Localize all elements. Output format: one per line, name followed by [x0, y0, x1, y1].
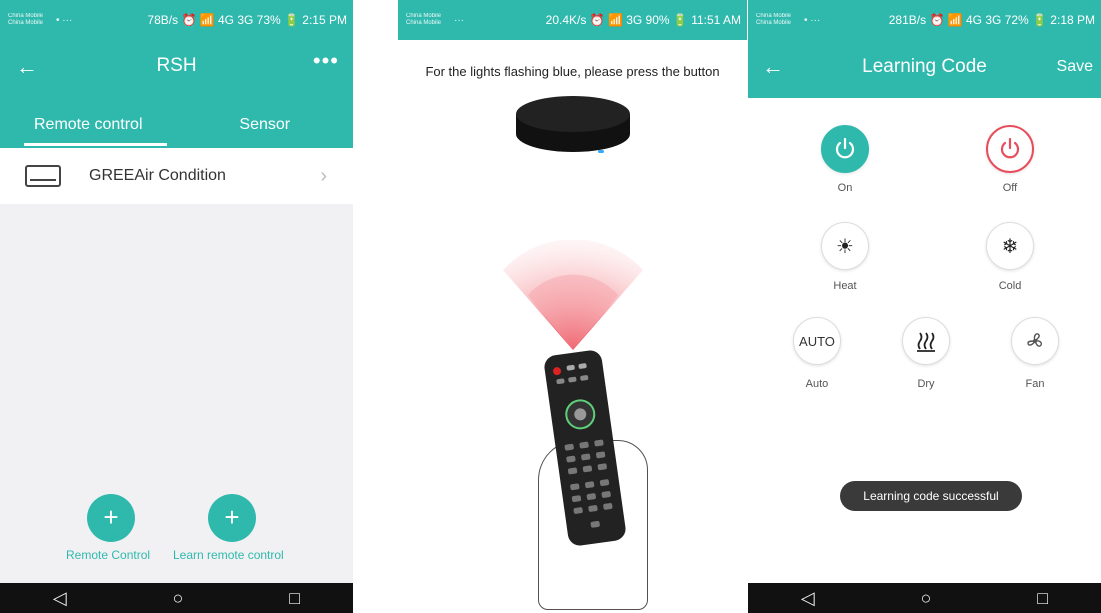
nav-back-icon[interactable]: ◁ — [53, 588, 67, 609]
fan-icon — [1027, 333, 1043, 347]
page-title: Learning Code — [862, 56, 987, 77]
learn-remote-control-button[interactable]: + — [208, 494, 256, 542]
notification-icons: • ··· — [56, 14, 73, 26]
carrier-labels: China Mobile China Mobile — [8, 13, 52, 27]
status-bar: China Mobile China Mobile • ··· 281B/s ⏰… — [748, 0, 1101, 40]
rsh-screen: China Mobile China Mobile • ··· 78B/s ⏰ … — [0, 0, 353, 613]
carrier-label: China Mobile — [756, 13, 792, 19]
chevron-right-icon: › — [320, 164, 327, 187]
status-info: 20.4K/s ⏰ 📶 3G 90% 🔋 11:51 AM — [545, 13, 741, 27]
nav-recent-icon[interactable]: □ — [1037, 588, 1048, 609]
air-conditioner-icon — [25, 165, 61, 187]
more-options-icon[interactable]: ••• — [313, 48, 339, 74]
carrier-label: China Mobile — [406, 20, 442, 26]
power-on-button[interactable] — [821, 125, 869, 173]
cold-mode-button[interactable]: ❄ — [986, 222, 1034, 270]
app-bar: ← RSH ••• — [0, 40, 353, 96]
power-on-label: On — [837, 182, 853, 194]
system-nav-bar: ◁ ○ □ — [748, 583, 1101, 613]
power-off-button[interactable] — [986, 125, 1034, 173]
app-bar: ← Learning Code Save — [748, 40, 1101, 98]
snowflake-icon: ❄ — [1001, 235, 1019, 258]
pairing-instruction: For the lights flashing blue, please pre… — [425, 64, 720, 79]
ir-signal-icon — [503, 240, 643, 350]
learn-remote-control-label[interactable]: Learn remote control — [173, 548, 284, 562]
status-info: 78B/s ⏰ 📶 4G 3G 73% 🔋 2:15 PM — [147, 13, 347, 27]
nav-back-icon[interactable]: ◁ — [801, 588, 815, 609]
tab-sensor[interactable]: Sensor — [177, 96, 354, 148]
carrier-labels: China Mobile China Mobile — [756, 13, 800, 27]
learning-code-screen: China Mobile China Mobile • ··· 281B/s ⏰… — [748, 0, 1101, 613]
hub-led-icon — [598, 150, 604, 153]
notification-icons: ··· — [454, 14, 464, 26]
power-icon — [835, 137, 855, 159]
auto-label: Auto — [805, 378, 829, 390]
dry-icon — [917, 332, 935, 352]
sun-icon: ☀ — [836, 235, 854, 258]
carrier-label: China Mobile — [8, 13, 44, 19]
dry-label: Dry — [917, 378, 935, 390]
nav-recent-icon[interactable]: □ — [289, 588, 300, 609]
fan-mode-button[interactable] — [1011, 317, 1059, 365]
auto-icon: AUTO — [799, 333, 835, 349]
plus-icon: + — [103, 502, 119, 532]
add-remote-control-button[interactable]: + — [87, 494, 135, 542]
cold-label: Cold — [998, 280, 1022, 292]
nav-home-icon[interactable]: ○ — [173, 588, 184, 609]
add-remote-control-label[interactable]: Remote Control — [66, 548, 150, 562]
status-info: 281B/s ⏰ 📶 4G 3G 72% 🔋 2:18 PM — [888, 13, 1095, 27]
power-icon — [1000, 137, 1020, 159]
page-title: RSH — [156, 55, 197, 76]
hub-top — [516, 96, 630, 132]
heat-mode-button[interactable]: ☀ — [821, 222, 869, 270]
dry-mode-button[interactable] — [902, 317, 950, 365]
pairing-screen: China Mobile China Mobile ··· 20.4K/s ⏰ … — [398, 0, 747, 613]
carrier-labels: China Mobile China Mobile — [406, 13, 450, 27]
plus-icon: + — [224, 502, 240, 532]
power-off-label: Off — [1002, 182, 1018, 194]
notification-icons: • ··· — [804, 14, 821, 26]
fan-label: Fan — [1025, 378, 1045, 390]
heat-label: Heat — [833, 280, 857, 292]
nav-home-icon[interactable]: ○ — [921, 588, 932, 609]
success-toast: Learning code successful — [840, 481, 1022, 511]
tab-bar: Remote control Sensor — [0, 96, 353, 148]
system-nav-bar: ◁ ○ □ — [0, 583, 353, 613]
device-list-item[interactable]: GREEAir Condition › — [0, 148, 353, 204]
status-bar: China Mobile China Mobile ··· 20.4K/s ⏰ … — [398, 0, 747, 40]
carrier-label: China Mobile — [406, 13, 442, 19]
save-button[interactable]: Save — [1057, 58, 1093, 76]
carrier-label: China Mobile — [8, 20, 44, 26]
status-bar: China Mobile China Mobile • ··· 78B/s ⏰ … — [0, 0, 353, 40]
auto-mode-button[interactable]: AUTO — [793, 317, 841, 365]
tab-remote-control[interactable]: Remote control — [0, 96, 177, 148]
device-name: GREEAir Condition — [89, 167, 226, 184]
carrier-label: China Mobile — [756, 20, 792, 26]
